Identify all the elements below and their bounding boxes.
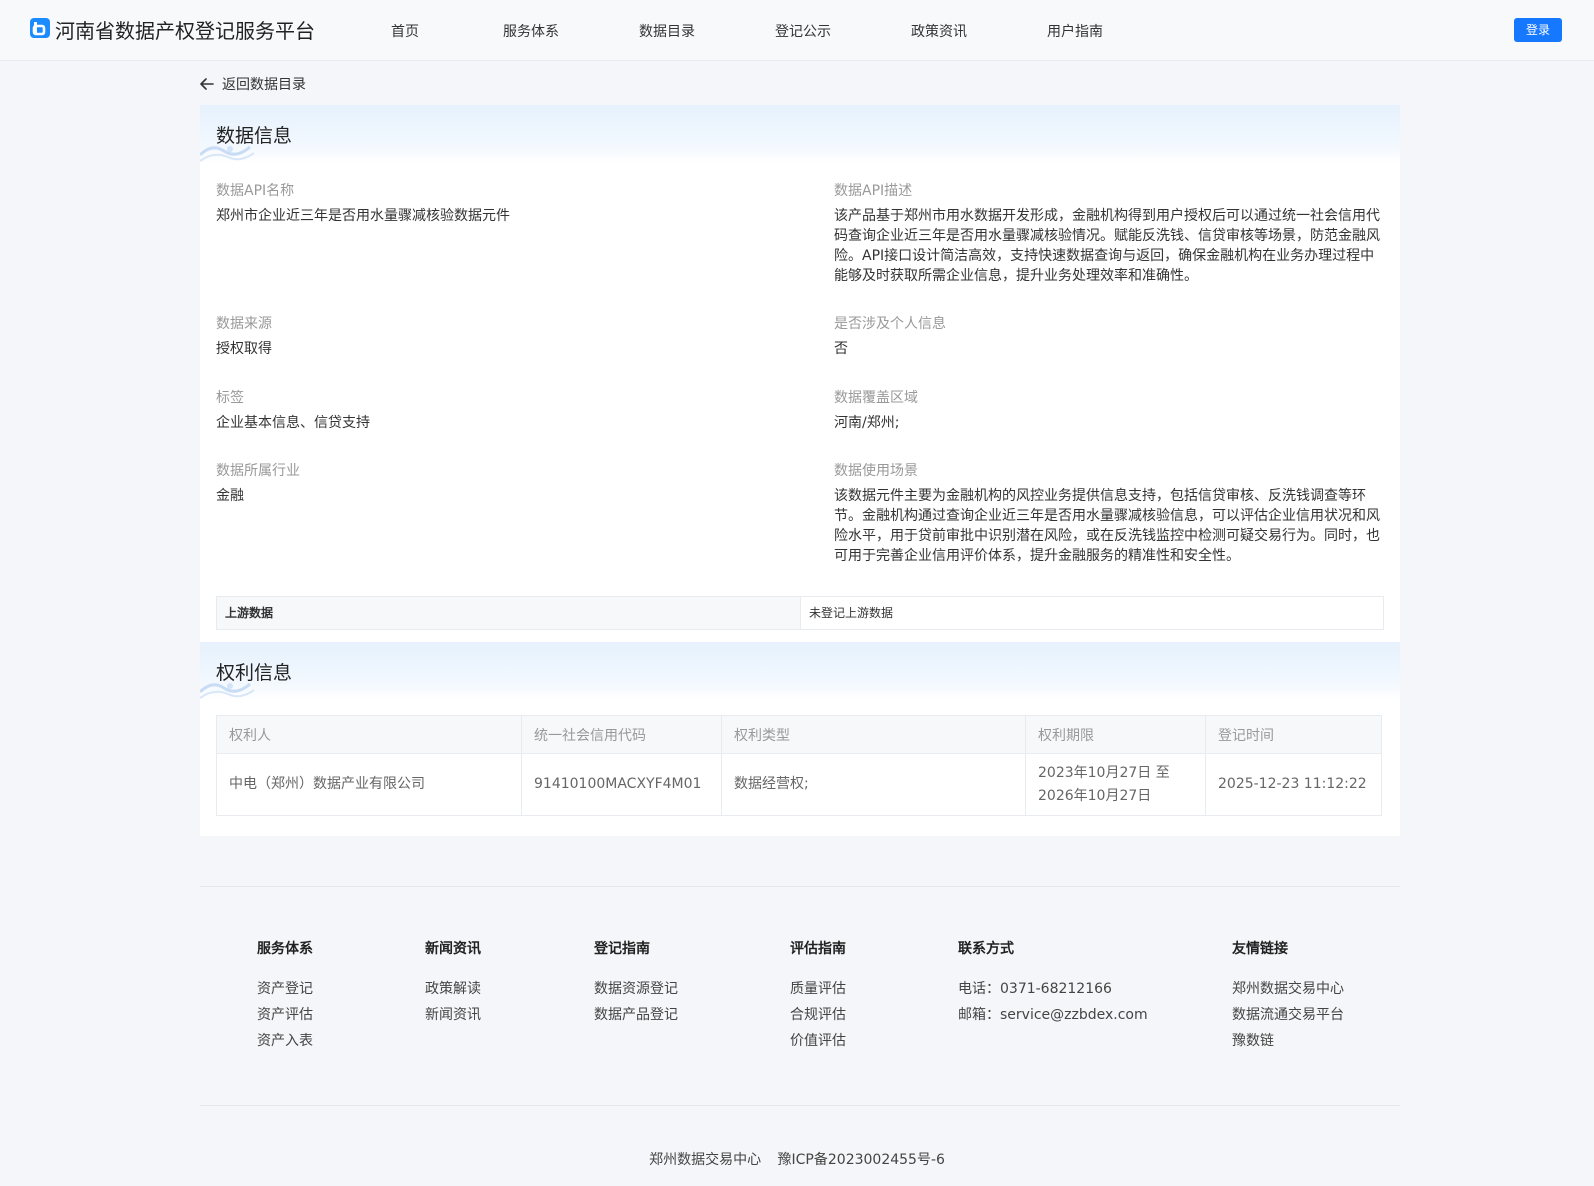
table-row: 中电（郑州）数据产业有限公司 91410100MACXYF4M01 数据经营权;… bbox=[216, 753, 1382, 816]
footer-col-title: 评估指南 bbox=[790, 941, 846, 957]
source-value: 授权取得 bbox=[216, 341, 272, 357]
footer-divider-bottom bbox=[200, 1105, 1400, 1106]
footer-col-services: 服务体系 资产登记 资产评估 资产入表 bbox=[257, 938, 313, 1054]
footer-link-zz-exchange[interactable]: 郑州数据交易中心 bbox=[1232, 976, 1344, 1002]
nav-item-catalog[interactable]: 数据目录 bbox=[639, 21, 695, 41]
nav-item-policy[interactable]: 政策资讯 bbox=[911, 21, 967, 41]
site-title[interactable]: 河南省数据产权登记服务平台 bbox=[55, 15, 315, 44]
scene-value: 该数据元件主要为金融机构的风控业务提供信息支持，包括信贷审核、反洗钱调查等环节。… bbox=[834, 488, 1380, 564]
platform-logo-icon[interactable] bbox=[30, 18, 50, 38]
rights-info-header: 权利信息 bbox=[200, 642, 1400, 700]
personal-info-value: 否 bbox=[834, 341, 848, 357]
nav-item-services[interactable]: 服务体系 bbox=[503, 21, 559, 41]
arrow-left-icon bbox=[200, 78, 214, 90]
region-label: 数据覆盖区域 bbox=[834, 390, 918, 406]
icp-number[interactable]: 豫ICP备2023002455号-6 bbox=[778, 1152, 945, 1168]
source-label: 数据来源 bbox=[216, 316, 272, 332]
top-header: 河南省数据产权登记服务平台 首页 服务体系 数据目录 登记公示 政策资讯 用户指… bbox=[0, 0, 1594, 61]
footer-link-quality-eval[interactable]: 质量评估 bbox=[790, 976, 846, 1002]
footer-link-yushulian[interactable]: 豫数链 bbox=[1232, 1028, 1344, 1054]
api-desc-value: 该产品基于郑州市用水数据开发形成，金融机构得到用户授权后可以通过统一社会信用代码… bbox=[834, 208, 1380, 284]
footer-col-title: 新闻资讯 bbox=[425, 941, 481, 957]
industry-value: 金融 bbox=[216, 488, 244, 504]
term-start: 2023年10月27日 至 bbox=[1038, 764, 1170, 781]
footer-link-asset-booking[interactable]: 资产入表 bbox=[257, 1028, 313, 1054]
api-name-label: 数据API名称 bbox=[216, 183, 295, 199]
back-to-catalog-link[interactable]: 返回数据目录 bbox=[200, 74, 306, 94]
tag-label: 标签 bbox=[216, 390, 244, 406]
footer-link-product-registration[interactable]: 数据产品登记 bbox=[594, 1002, 678, 1028]
upstream-label: 上游数据 bbox=[217, 597, 801, 629]
term-end: 2026年10月27日 bbox=[1038, 787, 1152, 804]
footer-link-circulation-platform[interactable]: 数据流通交易平台 bbox=[1232, 1002, 1344, 1028]
footer-col-title: 联系方式 bbox=[958, 941, 1014, 957]
table-header-row: 权利人 统一社会信用代码 权利类型 权利期限 登记时间 bbox=[216, 715, 1382, 754]
upstream-data-row: 上游数据 未登记上游数据 bbox=[216, 596, 1384, 630]
reg-time-cell: 2025-12-23 11:12:22 bbox=[1205, 753, 1382, 816]
rights-table: 权利人 统一社会信用代码 权利类型 权利期限 登记时间 中电（郑州）数据产业有限… bbox=[216, 715, 1382, 816]
footer-link-news[interactable]: 新闻资讯 bbox=[425, 1002, 481, 1028]
footer-col-evaluation-guide: 评估指南 质量评估 合规评估 价值评估 bbox=[790, 938, 846, 1054]
col-credit-code: 统一社会信用代码 bbox=[521, 715, 722, 754]
footer-col-title: 登记指南 bbox=[594, 941, 650, 957]
col-right-type: 权利类型 bbox=[721, 715, 1026, 754]
footer-link-resource-registration[interactable]: 数据资源登记 bbox=[594, 976, 678, 1002]
footer-col-registration-guide: 登记指南 数据资源登记 数据产品登记 bbox=[594, 938, 678, 1028]
col-term: 权利期限 bbox=[1025, 715, 1206, 754]
rights-info-title: 权利信息 bbox=[216, 662, 293, 684]
footer-col-contact: 联系方式 电话：0371-68212166 邮箱：service@zzbdex.… bbox=[958, 938, 1148, 1028]
footer-link-value-eval[interactable]: 价值评估 bbox=[790, 1028, 846, 1054]
copyright-bar: 郑州数据交易中心 豫ICP备2023002455号-6 bbox=[0, 1149, 1594, 1169]
footer-link-asset-registration[interactable]: 资产登记 bbox=[257, 976, 313, 1002]
col-reg-time: 登记时间 bbox=[1205, 715, 1382, 754]
data-info-title: 数据信息 bbox=[216, 125, 293, 147]
footer-link-policy[interactable]: 政策解读 bbox=[425, 976, 481, 1002]
nav-item-home[interactable]: 首页 bbox=[391, 21, 419, 41]
region-value: 河南/郑州; bbox=[834, 415, 900, 431]
scene-label: 数据使用场景 bbox=[834, 463, 918, 479]
tag-value: 企业基本信息、信贷支持 bbox=[216, 415, 370, 431]
credit-code-cell: 91410100MACXYF4M01 bbox=[521, 753, 722, 816]
personal-info-label: 是否涉及个人信息 bbox=[834, 316, 946, 332]
upstream-value: 未登记上游数据 bbox=[809, 606, 894, 620]
col-holder: 权利人 bbox=[216, 715, 522, 754]
contact-phone: 电话：0371-68212166 bbox=[958, 981, 1112, 997]
footer-divider-top bbox=[200, 886, 1400, 887]
term-cell: 2023年10月27日 至 2026年10月27日 bbox=[1025, 753, 1206, 816]
data-info-header: 数据信息 bbox=[200, 105, 1400, 163]
right-type-cell: 数据经营权; bbox=[721, 753, 1026, 816]
copyright-org: 郑州数据交易中心 bbox=[649, 1152, 762, 1168]
login-button[interactable]: 登录 bbox=[1514, 18, 1562, 42]
industry-label: 数据所属行业 bbox=[216, 463, 300, 479]
footer-link-compliance-eval[interactable]: 合规评估 bbox=[790, 1002, 846, 1028]
data-info-card: 数据信息 数据API名称 郑州市企业近三年是否用水量骤减核验数据元件 数据API… bbox=[200, 105, 1400, 642]
footer-col-title: 服务体系 bbox=[257, 941, 313, 957]
back-label: 返回数据目录 bbox=[222, 77, 306, 93]
contact-email[interactable]: 邮箱：service@zzbdex.com bbox=[958, 1002, 1148, 1028]
rights-info-card: 权利信息 权利人 统一社会信用代码 权利类型 权利期限 登记时间 中电（郑州）数… bbox=[200, 642, 1400, 836]
api-name-value: 郑州市企业近三年是否用水量骤减核验数据元件 bbox=[216, 208, 510, 224]
footer-col-title: 友情链接 bbox=[1232, 941, 1288, 957]
footer-col-friend-links: 友情链接 郑州数据交易中心 数据流通交易平台 豫数链 bbox=[1232, 938, 1344, 1054]
nav-item-publicity[interactable]: 登记公示 bbox=[775, 21, 831, 41]
footer-link-asset-evaluation[interactable]: 资产评估 bbox=[257, 1002, 313, 1028]
api-desc-label: 数据API描述 bbox=[834, 183, 913, 199]
footer-col-news: 新闻资讯 政策解读 新闻资讯 bbox=[425, 938, 481, 1028]
nav-item-guide[interactable]: 用户指南 bbox=[1047, 21, 1103, 41]
holder-cell: 中电（郑州）数据产业有限公司 bbox=[216, 753, 522, 816]
